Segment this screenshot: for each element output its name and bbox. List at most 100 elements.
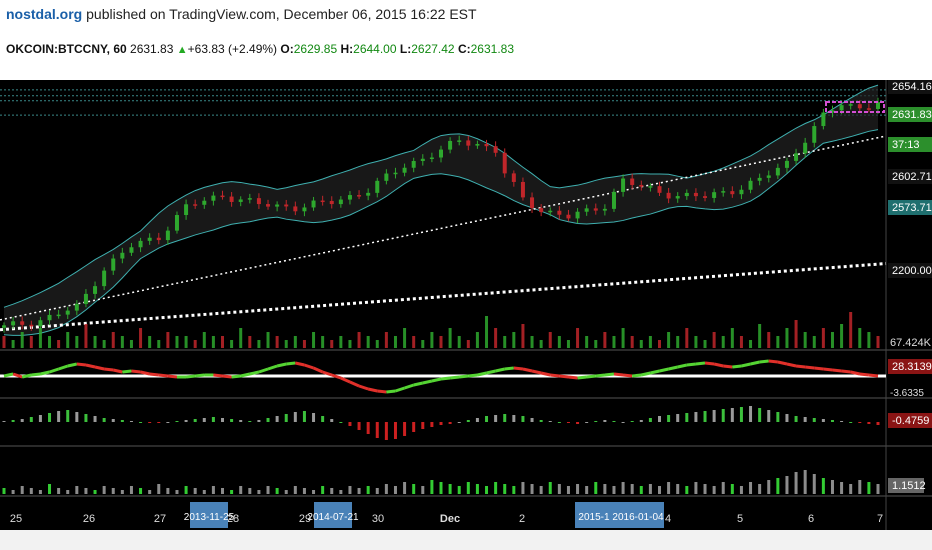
x-tick-label: 6 [808,513,814,525]
histogram-bar [594,421,598,422]
candle-body [866,108,871,110]
oscillator-segment [686,362,697,367]
volume-bar [139,328,143,348]
candle-body [794,153,799,161]
candle-body [120,252,125,259]
histogram-bar [11,420,15,422]
volume-bar [485,316,489,348]
candle-body [20,321,25,325]
volume2-bar [667,482,671,494]
volume2-bar [93,490,97,494]
histogram-bar [849,422,853,423]
x-tick-label: 5 [737,513,743,525]
volume2-bar [448,484,452,494]
candle-body [511,173,516,182]
candle-body [439,149,443,158]
oscillator-segment [823,367,833,372]
candle-body [539,208,544,213]
candle-body [766,175,771,178]
volume2-bar [867,482,871,494]
histogram-bar [175,421,179,422]
x-tick-label: 4 [665,513,671,525]
footer-bar [0,530,932,550]
histogram-bar [803,417,807,422]
x-tick-label: Dec [440,513,460,525]
volume-bar [821,328,825,348]
candle-body [775,167,780,176]
candle-body [684,192,689,197]
candle-body [721,191,726,193]
candle-body [757,177,762,181]
oscillator-segment [167,374,178,379]
oscillator-segment [103,367,114,372]
oscillator-segment [850,370,861,376]
volume2-bar [166,488,170,494]
candle-body [284,204,289,207]
oscillator-segment [31,372,41,377]
volume2-bar [129,486,133,494]
oscillator-segment [668,365,679,371]
ticker-line: OKCOIN:BTCCNY, 60 2631.83 ▲+63.83 (+2.49… [6,42,514,56]
volume-bar [148,336,152,348]
volume2-bar [366,486,370,494]
volume-bar [302,340,306,348]
oscillator-segment [231,374,241,379]
volume2-bar [457,486,461,494]
histogram-bar [148,422,152,423]
histogram-bar [475,418,479,422]
candle-body [739,189,744,195]
candle-body [366,192,371,196]
volume-bar [330,340,334,348]
histogram-bar [448,422,452,424]
candle-body [748,180,753,190]
candle-body [812,126,817,143]
oscillator-segment [814,366,824,371]
volume-bar [639,340,643,348]
candle-body [11,321,16,326]
volume2-bar [102,486,106,494]
candle-body [47,314,52,321]
histogram-bar [639,420,643,422]
candle-body [876,102,880,109]
candle-body [548,210,553,213]
volume2-bar [621,482,625,494]
histogram-axis-label: -0.4759 [892,415,929,427]
volume2-bar [284,490,288,494]
oscillator-segment [386,389,396,394]
candle-body [393,172,398,175]
histogram-bar [494,415,498,422]
histogram-bar [266,418,270,422]
volume2-bar [648,484,652,494]
volume2-bar [384,484,388,494]
volume2-bar [676,484,680,494]
histogram-bar [685,413,689,422]
date-marker-label: 2016-01-04 [612,512,664,523]
histogram-bar [57,411,61,422]
volume-bar [275,336,279,348]
price-chart[interactable]: 2654.16 2631.83 37:13 2602.71 2573.71 2200.00… [0,80,932,530]
oscillator-segment [531,369,542,375]
volume-bar [257,340,261,348]
volume2-bar [393,486,397,494]
candle-body [411,160,416,168]
histogram-bar [867,422,871,424]
low-label: L: [399,42,412,56]
volume-bar [29,336,33,348]
volume-bar [11,340,15,348]
price-axis-label: 2573.71 [892,202,932,214]
volume-bar [75,336,79,348]
volume-bar [248,336,252,348]
oscillator-segment [795,364,806,369]
volume-bar [239,328,243,348]
volume-bar [221,336,224,348]
volume2-bar [202,490,206,494]
volume2-bar [712,486,716,494]
volume2-bar [785,476,789,494]
volume2-bar [111,488,115,494]
volume-bar [758,324,762,348]
site-link[interactable]: nostdal.org [6,6,82,22]
x-tick-label: 25 [10,513,22,525]
volume2-bar [139,488,143,494]
oscillator-segment [276,362,287,368]
volume2-bar [858,480,862,494]
